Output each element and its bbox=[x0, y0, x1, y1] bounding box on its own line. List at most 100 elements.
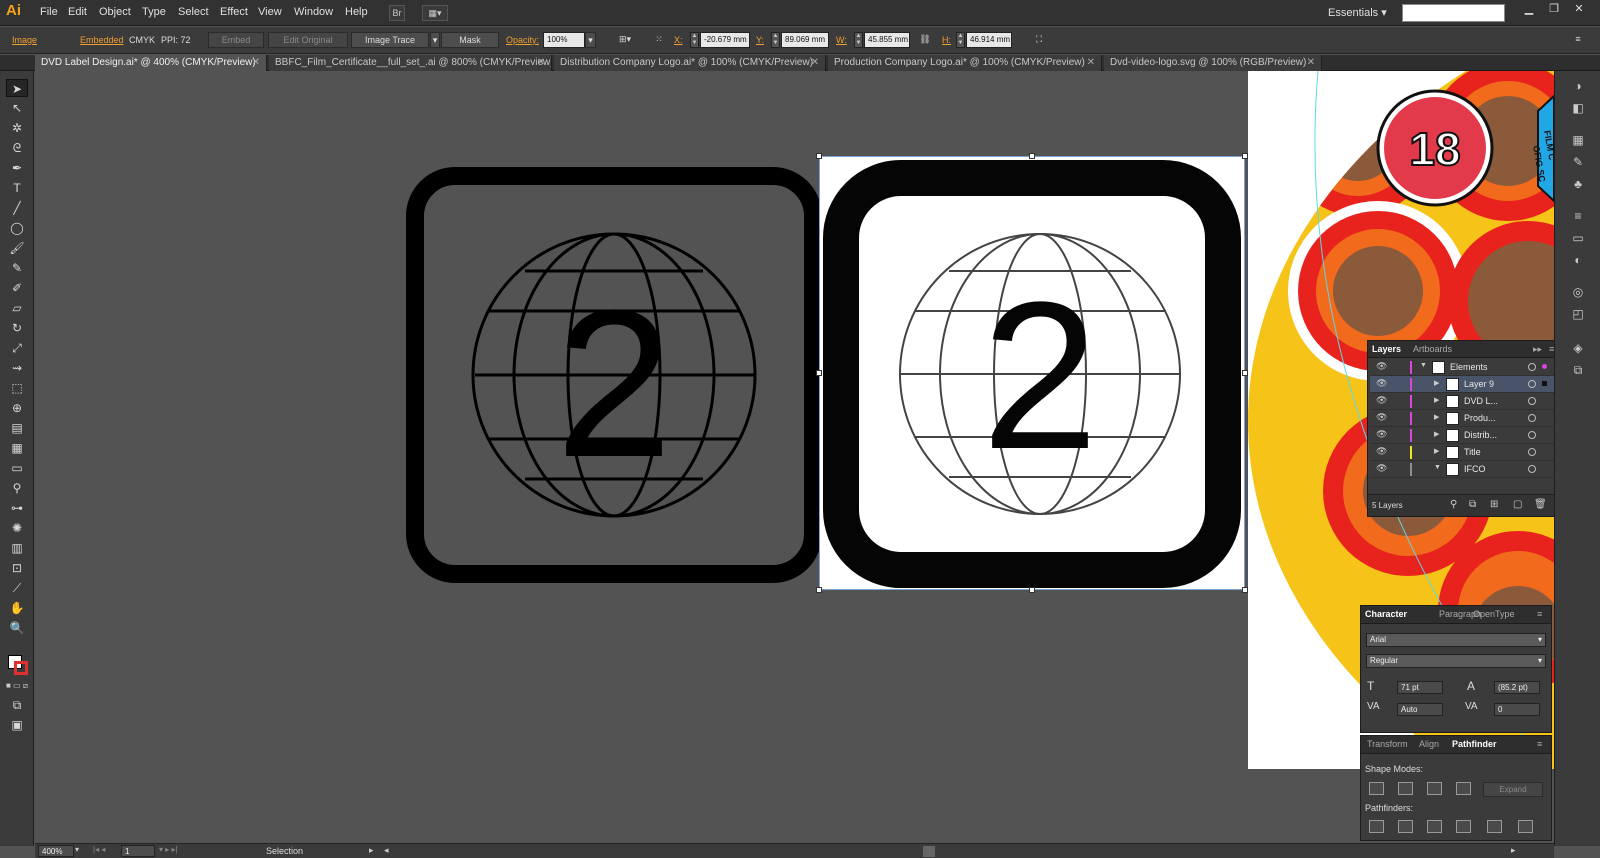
opacity-field[interactable]: 100% bbox=[543, 32, 585, 48]
tab-artboards[interactable]: Artboards bbox=[1413, 344, 1452, 354]
resize-handle[interactable] bbox=[1029, 153, 1035, 159]
direct-selection-tool-icon[interactable]: ↖ bbox=[6, 99, 28, 117]
restore-icon[interactable]: ❐ bbox=[1543, 2, 1565, 16]
rotate-tool-icon[interactable]: ↻ bbox=[6, 319, 28, 337]
eyedropper-tool-icon[interactable]: ⚲ bbox=[6, 479, 28, 497]
reference-point-icon[interactable]: ⊞▾ bbox=[614, 32, 636, 48]
tab-character[interactable]: Character bbox=[1365, 609, 1407, 619]
menu-file[interactable]: File bbox=[40, 6, 58, 18]
brushes-icon[interactable]: ✎ bbox=[1569, 155, 1587, 171]
hand-tool-icon[interactable]: ✋ bbox=[6, 599, 28, 617]
visibility-eye-icon[interactable]: 👁 bbox=[1376, 463, 1387, 474]
transform-icon[interactable]: ⛶ bbox=[1030, 32, 1048, 48]
w-field[interactable]: 45.855 mm bbox=[864, 32, 910, 48]
doc-tab[interactable]: BBFC_Film_Certificate__full_set_.ai @ 80… bbox=[269, 55, 552, 71]
visibility-eye-icon[interactable]: 👁 bbox=[1376, 412, 1387, 423]
visibility-eye-icon[interactable]: 👁 bbox=[1376, 446, 1387, 457]
gradient-tool-icon[interactable]: ▭ bbox=[6, 459, 28, 477]
object-type-link[interactable]: Image bbox=[12, 35, 37, 45]
divide-icon[interactable] bbox=[1369, 820, 1384, 833]
paintbrush-tool-icon[interactable]: 🖌 bbox=[6, 239, 28, 257]
embedded-link[interactable]: Embedded bbox=[80, 35, 124, 45]
clipping-mask-icon[interactable]: ⧉ bbox=[1469, 499, 1476, 510]
close-icon[interactable]: ✕ bbox=[1307, 55, 1315, 70]
canvas[interactable]: 18 FILM C OFIG SC 2 2 bbox=[35, 71, 1554, 842]
opacity-dropdown[interactable]: ▾ bbox=[585, 32, 596, 48]
target-icon[interactable] bbox=[1528, 380, 1536, 388]
new-sublayer-icon[interactable]: ⊞ bbox=[1490, 499, 1498, 510]
x-field[interactable]: -20.679 mm bbox=[700, 32, 750, 48]
panel-menu-icon[interactable]: ≡ bbox=[1537, 609, 1542, 619]
trim-icon[interactable] bbox=[1398, 820, 1413, 833]
close-icon[interactable]: ✕ bbox=[1087, 55, 1095, 70]
color-icon[interactable]: ◑ bbox=[1569, 79, 1587, 95]
layer-row[interactable]: 👁 ▶ Layer 9 bbox=[1370, 376, 1554, 393]
delete-layer-icon[interactable]: 🗑 bbox=[1534, 499, 1547, 510]
appearance-icon[interactable]: ◎ bbox=[1569, 285, 1587, 301]
artboards-icon[interactable]: ⧉ bbox=[1569, 363, 1587, 379]
image-trace-dropdown[interactable]: ▾ bbox=[430, 32, 440, 48]
zoom-tool-icon[interactable]: 🔍 bbox=[6, 619, 28, 637]
mesh-tool-icon[interactable]: ▦ bbox=[6, 439, 28, 457]
expand-triangle-icon[interactable]: ▶ bbox=[1434, 430, 1439, 438]
stroke-swatch-icon[interactable] bbox=[14, 661, 28, 675]
resize-handle[interactable] bbox=[1029, 587, 1035, 593]
gradient-icon[interactable]: ▭ bbox=[1569, 231, 1587, 247]
target-icon[interactable] bbox=[1528, 448, 1536, 456]
layer-row[interactable]: 👁 ▶ Distrib... bbox=[1370, 427, 1554, 444]
close-icon[interactable]: ✕ bbox=[252, 55, 260, 70]
visibility-eye-icon[interactable]: 👁 bbox=[1376, 395, 1387, 406]
free-transform-tool-icon[interactable]: ⬚ bbox=[6, 379, 28, 397]
leading-field[interactable]: (85.2 pt) bbox=[1494, 681, 1540, 694]
tab-pathfinder[interactable]: Pathfinder bbox=[1452, 739, 1497, 749]
transparency-icon[interactable]: ◐ bbox=[1569, 253, 1587, 269]
first-artboard-icon[interactable]: |◂ ◂ bbox=[93, 845, 105, 854]
target-icon[interactable] bbox=[1528, 465, 1536, 473]
font-size-field[interactable]: 71 pt bbox=[1397, 681, 1443, 694]
unite-icon[interactable] bbox=[1369, 782, 1384, 795]
tab-transform[interactable]: Transform bbox=[1367, 739, 1408, 749]
resize-handle[interactable] bbox=[816, 587, 822, 593]
selection-tool-icon[interactable]: ➤ bbox=[6, 79, 28, 97]
symbol-sprayer-tool-icon[interactable]: ✺ bbox=[6, 519, 28, 537]
font-family-select[interactable]: Arial ▾ bbox=[1366, 633, 1546, 647]
tab-opentype[interactable]: OpenType bbox=[1473, 609, 1515, 619]
search-input[interactable] bbox=[1402, 4, 1505, 22]
zoom-dropdown[interactable]: ▾ bbox=[75, 845, 79, 854]
pen-tool-icon[interactable]: ✒ bbox=[6, 159, 28, 177]
resize-handle[interactable] bbox=[1242, 370, 1248, 376]
next-artboard-icon[interactable]: ▾ ▸ ▸| bbox=[159, 845, 178, 854]
resize-handle[interactable] bbox=[1242, 587, 1248, 593]
target-icon[interactable] bbox=[1528, 414, 1536, 422]
expand-triangle-icon[interactable]: ▶ bbox=[1434, 379, 1439, 387]
menu-effect[interactable]: Effect bbox=[220, 6, 248, 18]
y-stepper[interactable]: ▲ ▼ bbox=[771, 32, 780, 48]
constrain-proportions-icon[interactable]: ⛓ bbox=[917, 32, 933, 48]
expand-triangle-icon[interactable]: ▶ bbox=[1434, 447, 1439, 455]
intersect-icon[interactable] bbox=[1427, 782, 1442, 795]
outline-icon[interactable] bbox=[1487, 820, 1502, 833]
scroll-right-icon[interactable]: ▸ bbox=[1511, 845, 1516, 856]
visibility-eye-icon[interactable]: 👁 bbox=[1376, 378, 1387, 389]
edit-original-button[interactable]: Edit Original bbox=[268, 32, 348, 48]
close-icon[interactable]: ✕ bbox=[1568, 2, 1590, 16]
menu-type[interactable]: Type bbox=[142, 6, 166, 18]
resize-handle[interactable] bbox=[816, 370, 822, 376]
magic-wand-tool-icon[interactable]: ✲ bbox=[6, 119, 28, 137]
layer-row[interactable]: 👁 ▶ Title bbox=[1370, 444, 1554, 461]
swatches-icon[interactable]: ▦ bbox=[1569, 133, 1587, 149]
panel-menu-icon[interactable]: ≡ bbox=[1570, 32, 1586, 48]
tab-align[interactable]: Align bbox=[1419, 739, 1439, 749]
doc-tab[interactable]: Dvd-video-logo.svg @ 100% (RGB/Preview) ✕ bbox=[1104, 55, 1322, 71]
merge-icon[interactable] bbox=[1427, 820, 1442, 833]
expand-triangle-icon[interactable]: ▶ bbox=[1434, 413, 1439, 421]
graphic-styles-icon[interactable]: ◰ bbox=[1569, 307, 1587, 323]
menu-window[interactable]: Window bbox=[294, 6, 333, 18]
menu-object[interactable]: Object bbox=[99, 6, 131, 18]
color-guide-icon[interactable]: ◧ bbox=[1569, 101, 1587, 117]
menu-select[interactable]: Select bbox=[178, 6, 209, 18]
draw-mode-icon[interactable]: ⧉ bbox=[6, 696, 28, 714]
type-tool-icon[interactable]: T bbox=[6, 179, 28, 197]
minus-back-icon[interactable] bbox=[1518, 820, 1533, 833]
slice-tool-icon[interactable]: ⟋ bbox=[6, 579, 28, 597]
